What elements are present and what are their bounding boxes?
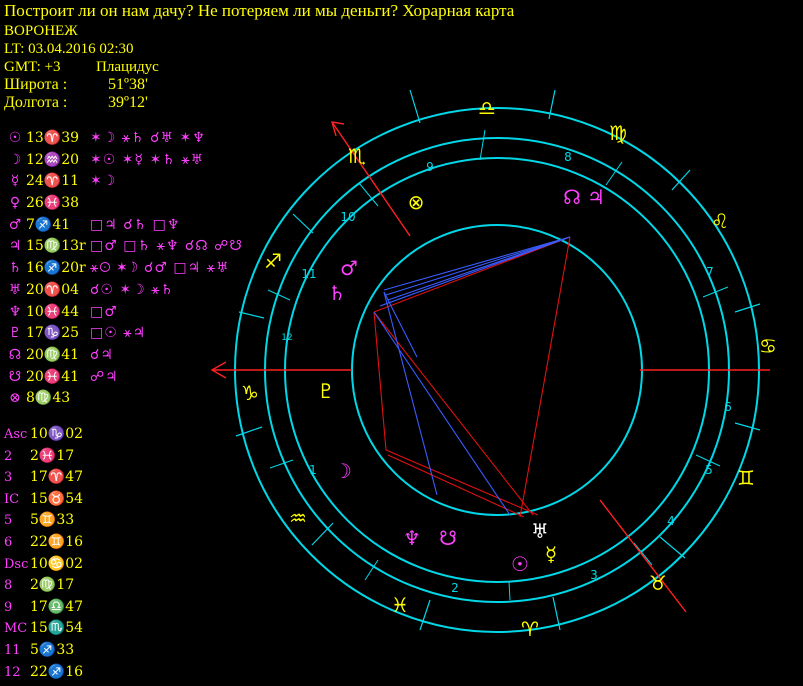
- wheel-inner-ring: [351, 224, 643, 516]
- virgo-sign-icon: ♍: [609, 121, 627, 145]
- sign-divider: [734, 303, 761, 313]
- aquarius-sign-icon: ♒: [289, 506, 307, 530]
- house-cusp-line: [479, 129, 486, 161]
- house-number: 3: [590, 568, 598, 582]
- aspect-line: [519, 236, 571, 518]
- house-cusp-line: [702, 286, 729, 298]
- scorpio-sign-icon: ♏: [348, 144, 366, 168]
- house-number: 1: [309, 463, 317, 477]
- sign-divider: [409, 89, 421, 124]
- taurus-sign-icon: ♉: [649, 571, 667, 595]
- aspect-line: [385, 449, 539, 516]
- sign-divider: [238, 311, 265, 319]
- sun-icon: ☉: [511, 552, 529, 576]
- sign-divider: [659, 536, 686, 559]
- north-node-icon: ☊: [563, 185, 581, 209]
- capricorn-sign-icon: ♑: [241, 381, 259, 405]
- aspect-line: [373, 311, 511, 516]
- sign-divider: [419, 599, 431, 631]
- moon-icon: ☽: [334, 459, 352, 483]
- sign-divider: [292, 213, 314, 234]
- sign-divider: [671, 169, 691, 191]
- saturn-icon: ♄: [328, 281, 346, 305]
- leo-sign-icon: ♌: [711, 209, 729, 233]
- aspect-line: [383, 236, 571, 291]
- mars-icon: ♂: [340, 256, 358, 280]
- pluto-icon: ♇: [317, 379, 335, 403]
- uranus-icon: ♅: [531, 519, 549, 543]
- house-number: 8: [564, 150, 572, 164]
- house-number: 2: [451, 581, 459, 595]
- house-cusp-line: [508, 581, 511, 601]
- horary-chart-wheel: ♎ ♍ ♌ ♋ ♊ ♉ ♈ ♓ ♒ ♑ ♐ ♏ 1 2 3 4 5 6 7 8 …: [210, 89, 777, 641]
- house-number: 9: [426, 160, 434, 174]
- libra-sign-icon: ♎: [478, 96, 496, 120]
- gemini-sign-icon: ♊: [737, 466, 755, 490]
- aspect-line: [385, 236, 571, 296]
- house-number: 12: [281, 333, 292, 343]
- sign-divider: [734, 422, 761, 431]
- house-cusp-line: [269, 459, 294, 469]
- house-number: 4: [667, 514, 675, 528]
- part-of-fortune-icon: ⊗: [408, 190, 425, 214]
- cancer-sign-icon: ♋: [759, 334, 777, 358]
- pisces-sign-icon: ♓: [391, 593, 409, 617]
- sign-divider: [235, 426, 263, 437]
- neptune-icon: ♆: [403, 526, 421, 550]
- house-number: 7: [706, 265, 714, 279]
- house-number: 5: [705, 463, 713, 477]
- aspect-line: [379, 236, 571, 307]
- mercury-icon: ☿: [545, 542, 557, 566]
- sign-divider: [311, 522, 334, 546]
- house-number: 6: [724, 400, 732, 414]
- south-node-icon: ☋: [439, 526, 457, 550]
- aspect-line: [373, 311, 387, 451]
- house-number: 10: [340, 210, 355, 224]
- jupiter-icon: ♃: [587, 185, 605, 209]
- house-number: 11: [301, 267, 316, 281]
- aries-sign-icon: ♈: [521, 617, 539, 641]
- sagittarius-sign-icon: ♐: [264, 249, 282, 273]
